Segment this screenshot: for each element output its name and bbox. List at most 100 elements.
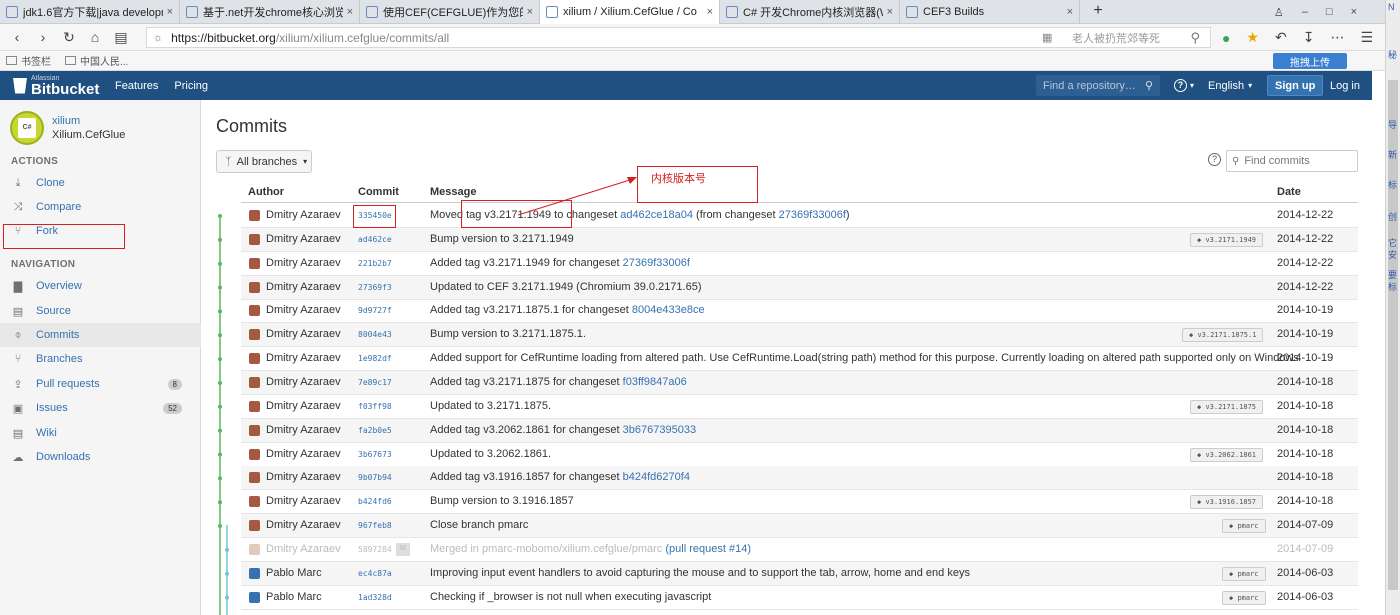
commit-hash-link[interactable]: 5897284: [358, 538, 392, 561]
table-row[interactable]: Dmitry Azaraev 27369f3 Updated to CEF 3.21…: [241, 275, 1358, 300]
tag-badge[interactable]: ◆ v3.2171.1949: [1190, 232, 1264, 247]
back-icon[interactable]: ‹: [4, 29, 30, 45]
restore-icon[interactable]: □: [1326, 6, 1333, 18]
upload-button[interactable]: 拖拽上传: [1273, 53, 1347, 69]
changeset-link[interactable]: 27369f33006f: [779, 209, 846, 221]
browser-tab[interactable]: C# 开发Chrome内核浏览器(We ×: [720, 0, 900, 24]
commit-hash-link[interactable]: 1ad328d: [358, 586, 392, 609]
browser-scrollbar[interactable]: [1385, 0, 1400, 615]
commit-hash-link[interactable]: 3b67673: [358, 443, 392, 466]
browser-tab[interactable]: xilium / Xilium.CefGlue / Co ×: [540, 0, 720, 24]
table-row[interactable]: Dmitry Azaraev 335450e Moved tag v3.2171.1…: [241, 204, 1358, 228]
commit-hash-link[interactable]: 27369f3: [358, 276, 392, 299]
table-row[interactable]: Dmitry Azaraev 9b07b94 Added tag v3.1916.1…: [241, 466, 1358, 491]
table-row[interactable]: Dmitry Azaraev b424fd6 Bump version to 3.1…: [241, 490, 1358, 515]
sidebar-item-overview[interactable]: ▇ Overview: [0, 274, 201, 298]
table-row[interactable]: Dmitry Azaraev f03ff98 Updated to 3.2171.1…: [241, 395, 1358, 419]
commit-hash-link[interactable]: 9d9727f: [358, 299, 392, 322]
extension-icon[interactable]: ●: [1222, 30, 1230, 46]
table-row[interactable]: Dmitry Azaraev 221b2b7 Added tag v3.2171.1…: [241, 252, 1358, 276]
close-icon[interactable]: ×: [707, 6, 713, 18]
bookmark-item[interactable]: 中国人民...: [65, 53, 128, 68]
login-link[interactable]: Log in: [1330, 71, 1360, 100]
tag-badge[interactable]: ◆ pmarc: [1222, 519, 1266, 534]
commit-hash-link[interactable]: ec4c87a: [358, 562, 392, 585]
commit-hash-link[interactable]: b424fd6: [358, 490, 392, 513]
repo-avatar[interactable]: C#: [10, 111, 44, 145]
tag-badge[interactable]: ◆ v3.2171.1875.1: [1182, 328, 1264, 343]
sidebar-item-downloads[interactable]: ☁ Downloads: [0, 445, 201, 469]
bookmark-item[interactable]: 书签栏: [6, 53, 51, 68]
sidebar-item-clone[interactable]: ⤓ Clone: [0, 171, 201, 195]
branch-filter-dropdown[interactable]: ᛉ All branches ▾: [216, 150, 312, 173]
commit-hash-link[interactable]: 221b2b7: [358, 252, 392, 275]
close-icon[interactable]: ×: [167, 6, 173, 18]
reload-icon[interactable]: ↻: [56, 29, 82, 46]
changeset-link[interactable]: 3b6767395033: [623, 424, 696, 436]
repo-search-input[interactable]: Find a repository… ⚲: [1036, 75, 1160, 96]
tag-badge[interactable]: ◆ pmarc: [1222, 566, 1266, 581]
browser-tab[interactable]: jdk1.6官方下载|java developme ×: [0, 0, 180, 24]
more-icon[interactable]: ⋯: [1330, 29, 1344, 46]
bitbucket-logo[interactable]: Atlassian Bitbucket: [13, 75, 115, 97]
tag-badge[interactable]: ◆ pmarc: [1222, 590, 1266, 605]
browser-tab[interactable]: 基于.net开发chrome核心浏览器 ×: [180, 0, 360, 24]
nav-pricing[interactable]: Pricing: [174, 80, 208, 92]
commit-hash-link[interactable]: 8004e43: [358, 323, 392, 346]
browser-tab[interactable]: CEF3 Builds ×: [900, 0, 1080, 24]
qr-icon[interactable]: ▦: [1042, 31, 1052, 44]
reader-icon[interactable]: ▤: [108, 29, 134, 46]
table-row[interactable]: Dmitry Azaraev 3b67673 Updated to 3.2062.1…: [241, 443, 1358, 467]
sidebar-item-source[interactable]: ▤ Source: [0, 299, 201, 323]
close-icon[interactable]: ×: [347, 6, 353, 18]
table-row[interactable]: Pablo Marc ec4c87a Improving input event h…: [241, 561, 1358, 586]
star-icon[interactable]: ★: [1246, 29, 1259, 46]
new-tab-button[interactable]: +: [1080, 0, 1116, 24]
table-row[interactable]: Dmitry Azaraev 967feb8 Close branch pmarc ◆…: [241, 514, 1358, 539]
close-icon[interactable]: ×: [527, 6, 533, 18]
close-icon[interactable]: ×: [887, 6, 893, 18]
user-icon[interactable]: ♙: [1274, 6, 1284, 19]
commit-hash-link[interactable]: 7e89c17: [358, 371, 392, 394]
table-row[interactable]: Dmitry Azaraev 5897284 M Merged in pmarc-mo…: [241, 538, 1358, 562]
signup-button[interactable]: Sign up: [1267, 75, 1324, 96]
table-row[interactable]: Dmitry Azaraev 7e89c17 Added tag v3.2171.1…: [241, 370, 1358, 395]
commit-hash-link[interactable]: 9b07b94: [358, 466, 392, 489]
close-window-icon[interactable]: ×: [1351, 6, 1357, 18]
tag-badge[interactable]: ◆ v3.1916.1857: [1190, 495, 1264, 510]
help-icon[interactable]: ?: [1208, 153, 1221, 166]
tag-badge[interactable]: ◆ v3.2171.1875: [1190, 399, 1264, 414]
changeset-link[interactable]: b424fd6270f4: [623, 471, 690, 483]
sidebar-item-branches[interactable]: ⑂ Branches: [0, 347, 201, 371]
nav-features[interactable]: Features: [115, 80, 158, 92]
find-commits-input[interactable]: ⚲ Find commits: [1226, 150, 1358, 172]
commit-hash-link[interactable]: ad462ce: [358, 228, 392, 251]
sidebar-item-commits[interactable]: ⌽ Commits: [0, 323, 201, 347]
table-row[interactable]: Dmitry Azaraev 8004e43 Bump version to 3.2…: [241, 323, 1358, 348]
table-row[interactable]: Dmitry Azaraev ad462ce Bump version to 3.2…: [241, 227, 1358, 252]
browser-tab[interactable]: 使用CEF(CEFGLUE)作为您的客户 ×: [360, 0, 540, 24]
download-arrow-icon[interactable]: ↧: [1303, 29, 1315, 46]
sidebar-item-compare[interactable]: ⤨ Compare: [0, 195, 201, 219]
page-info-icon[interactable]: ☼: [153, 32, 163, 44]
forward-icon[interactable]: ›: [30, 29, 56, 45]
changeset-link[interactable]: 8004e433e8ce: [632, 304, 705, 316]
tag-badge[interactable]: ◆ v3.2062.1861: [1190, 447, 1264, 462]
table-row[interactable]: Dmitry Azaraev 9d9727f Added tag v3.2171.1…: [241, 299, 1358, 324]
search-hint[interactable]: 老人被扔荒郊等死: [1072, 30, 1160, 46]
commit-hash-link[interactable]: fa2b0e5: [358, 419, 392, 442]
changeset-link[interactable]: 27369f33006f: [623, 257, 690, 269]
repo-owner-link[interactable]: xilium: [52, 115, 80, 127]
changeset-link[interactable]: f03ff9847a06: [623, 376, 687, 388]
language-selector[interactable]: English ▾: [1208, 71, 1252, 100]
table-row[interactable]: Dmitry Azaraev 1e982df Added support for C…: [241, 347, 1358, 372]
search-icon[interactable]: ⚲: [1190, 30, 1200, 46]
home-icon[interactable]: ⌂: [82, 29, 108, 45]
sidebar-item-issues[interactable]: ▣ Issues 52: [0, 396, 201, 420]
help-button[interactable]: ? ▾: [1174, 71, 1194, 100]
undo-icon[interactable]: ↶: [1275, 29, 1287, 46]
sidebar-item-pull-requests[interactable]: ⇪ Pull requests 8: [0, 372, 201, 396]
address-bar[interactable]: ☼ https://bitbucket.org/xilium/xilium.ce…: [146, 27, 1211, 48]
commit-hash-link[interactable]: 1e982df: [358, 347, 392, 370]
changeset-link[interactable]: (pull request #14): [665, 543, 751, 555]
